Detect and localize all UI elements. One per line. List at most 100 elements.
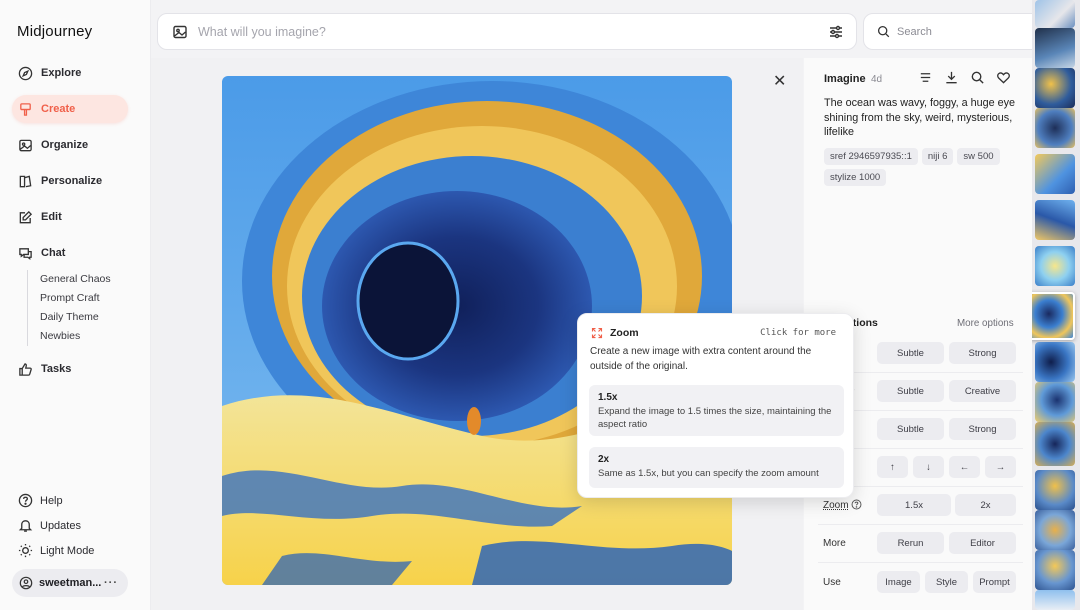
row-divider: [818, 524, 1023, 525]
prompt-text[interactable]: The ocean was wavy, foggy, a huge eye sh…: [824, 96, 1019, 140]
use-style-button[interactable]: Style: [925, 571, 968, 593]
zoom-tooltip[interactable]: Zoom Click for more Create a new image w…: [577, 313, 854, 498]
editor-button[interactable]: Editor: [949, 532, 1016, 554]
list-icon[interactable]: [918, 70, 933, 85]
sidebar-item-personalize[interactable]: Personalize: [12, 167, 128, 195]
sun-icon: [18, 543, 33, 558]
upscale-creative-button[interactable]: Creative: [949, 380, 1016, 402]
use-row-label: Use: [823, 577, 841, 588]
zoom-2x-button[interactable]: 2x: [955, 494, 1016, 516]
thumbs-up-icon: [19, 362, 32, 376]
username: sweetman...: [39, 577, 102, 589]
thumbnail[interactable]: [1035, 28, 1075, 68]
zoom-option-1-5x[interactable]: 1.5x Expand the image to 1.5 times the s…: [589, 385, 844, 436]
zoom-row-label[interactable]: Zoom: [823, 500, 849, 511]
thumbnail[interactable]: [1035, 154, 1075, 194]
bell-icon: [18, 520, 33, 532]
prompt-input-placeholder[interactable]: What will you imagine?: [198, 25, 326, 39]
history-thumbnail-strip: [1032, 0, 1080, 610]
pan-right-button[interactable]: →: [985, 456, 1016, 478]
compass-icon: [18, 66, 33, 80]
thumbnail[interactable]: [1035, 590, 1075, 610]
prompt-bar[interactable]: What will you imagine?: [157, 13, 857, 50]
sidebar-item-label: Explore: [41, 67, 82, 79]
thumbnail[interactable]: [1035, 510, 1075, 550]
search-input-placeholder[interactable]: Search: [897, 26, 932, 38]
sidebar-item-label: Organize: [41, 139, 89, 151]
thumbnail[interactable]: [1035, 68, 1075, 108]
sidebar-item-chat[interactable]: Chat: [12, 239, 128, 267]
option-description: Same as 1.5x, but you can specify the zo…: [598, 468, 819, 479]
zoom-option-2x[interactable]: 2x Same as 1.5x, but you can specify the…: [589, 447, 844, 488]
chat-room-daily-theme[interactable]: Daily Theme: [40, 308, 111, 327]
use-image-button[interactable]: Image: [877, 571, 920, 593]
sidebar-item-label: Edit: [41, 211, 62, 223]
pan-left-button[interactable]: ←: [949, 456, 980, 478]
sidebar-item-label: Tasks: [41, 363, 72, 375]
use-prompt-button[interactable]: Prompt: [973, 571, 1016, 593]
job-type-label: Imagine: [824, 73, 866, 85]
thumbnail-selected[interactable]: [1032, 292, 1075, 340]
row-divider: [818, 562, 1023, 563]
chat-room-prompt-craft[interactable]: Prompt Craft: [40, 289, 111, 308]
param-chip[interactable]: stylize 1000: [824, 169, 887, 186]
sidebar-item-label: Chat: [41, 247, 66, 259]
search-icon: [877, 25, 890, 38]
thumbnail[interactable]: [1035, 108, 1075, 148]
chat-room-newbies[interactable]: Newbies: [40, 327, 111, 346]
light-mode-label: Light Mode: [40, 544, 95, 557]
close-viewer-button[interactable]: ✕: [773, 71, 786, 91]
parameter-chips: sref 2946597935::1 niji 6 sw 500 stylize…: [824, 148, 1024, 186]
param-chip[interactable]: sw 500: [957, 148, 1000, 165]
heart-icon[interactable]: [996, 70, 1011, 85]
zoom-1-5x-button[interactable]: 1.5x: [877, 494, 951, 516]
pan-down-button[interactable]: ↓: [913, 456, 944, 478]
thumbnail[interactable]: [1035, 470, 1075, 510]
pan-up-button[interactable]: ↑: [877, 456, 908, 478]
tooltip-title: Zoom: [610, 327, 639, 339]
sidebar-item-organize[interactable]: Organize: [12, 131, 128, 159]
help-link[interactable]: Help: [18, 493, 63, 508]
brush-icon: [20, 102, 31, 116]
rerun-button[interactable]: Rerun: [877, 532, 944, 554]
image-upload-icon[interactable]: [172, 24, 188, 40]
more-row-label: More: [823, 538, 846, 549]
chat-room-general-chaos[interactable]: General Chaos: [40, 270, 111, 289]
vary-strong-button[interactable]: Strong: [949, 342, 1016, 364]
more-options-link[interactable]: More options: [957, 318, 1014, 329]
updates-link[interactable]: Updates: [18, 518, 81, 533]
remix-subtle-button[interactable]: Subtle: [877, 418, 944, 440]
thumbnail[interactable]: [1035, 246, 1075, 286]
settings-sliders-icon[interactable]: [828, 24, 844, 40]
image-icon: [19, 139, 32, 151]
thumbnail[interactable]: [1035, 550, 1075, 590]
thumbnail[interactable]: [1035, 382, 1075, 422]
param-chip[interactable]: sref 2946597935::1: [824, 148, 918, 165]
user-avatar-icon: [19, 576, 33, 590]
sidebar-item-tasks[interactable]: Tasks: [12, 355, 128, 383]
help-circle-icon[interactable]: [851, 499, 862, 510]
download-icon[interactable]: [944, 70, 959, 85]
search-image-icon[interactable]: [970, 70, 985, 85]
light-mode-toggle[interactable]: Light Mode: [18, 543, 94, 558]
search-bar[interactable]: Search: [863, 13, 1049, 50]
sidebar-item-edit[interactable]: Edit: [12, 203, 128, 231]
vary-subtle-button[interactable]: Subtle: [877, 342, 944, 364]
thumbnail[interactable]: [1035, 200, 1075, 240]
option-title: 1.5x: [598, 392, 618, 403]
book-icon: [19, 174, 32, 187]
thumbnail[interactable]: [1035, 342, 1075, 382]
thumbnail[interactable]: [1035, 0, 1075, 28]
sidebar-item-explore[interactable]: Explore: [12, 59, 128, 87]
param-chip[interactable]: niji 6: [921, 148, 954, 165]
user-more-button[interactable]: ···: [104, 577, 118, 589]
updates-label: Updates: [40, 519, 81, 532]
option-title: 2x: [598, 454, 610, 465]
thumbnail[interactable]: [1035, 422, 1075, 466]
expand-icon: [591, 327, 603, 339]
remix-strong-button[interactable]: Strong: [949, 418, 1016, 440]
sidebar-item-create[interactable]: Create: [12, 95, 128, 123]
app-logo[interactable]: Midjourney: [17, 23, 92, 40]
user-menu[interactable]: sweetman... ···: [12, 569, 128, 597]
upscale-subtle-button[interactable]: Subtle: [877, 380, 944, 402]
